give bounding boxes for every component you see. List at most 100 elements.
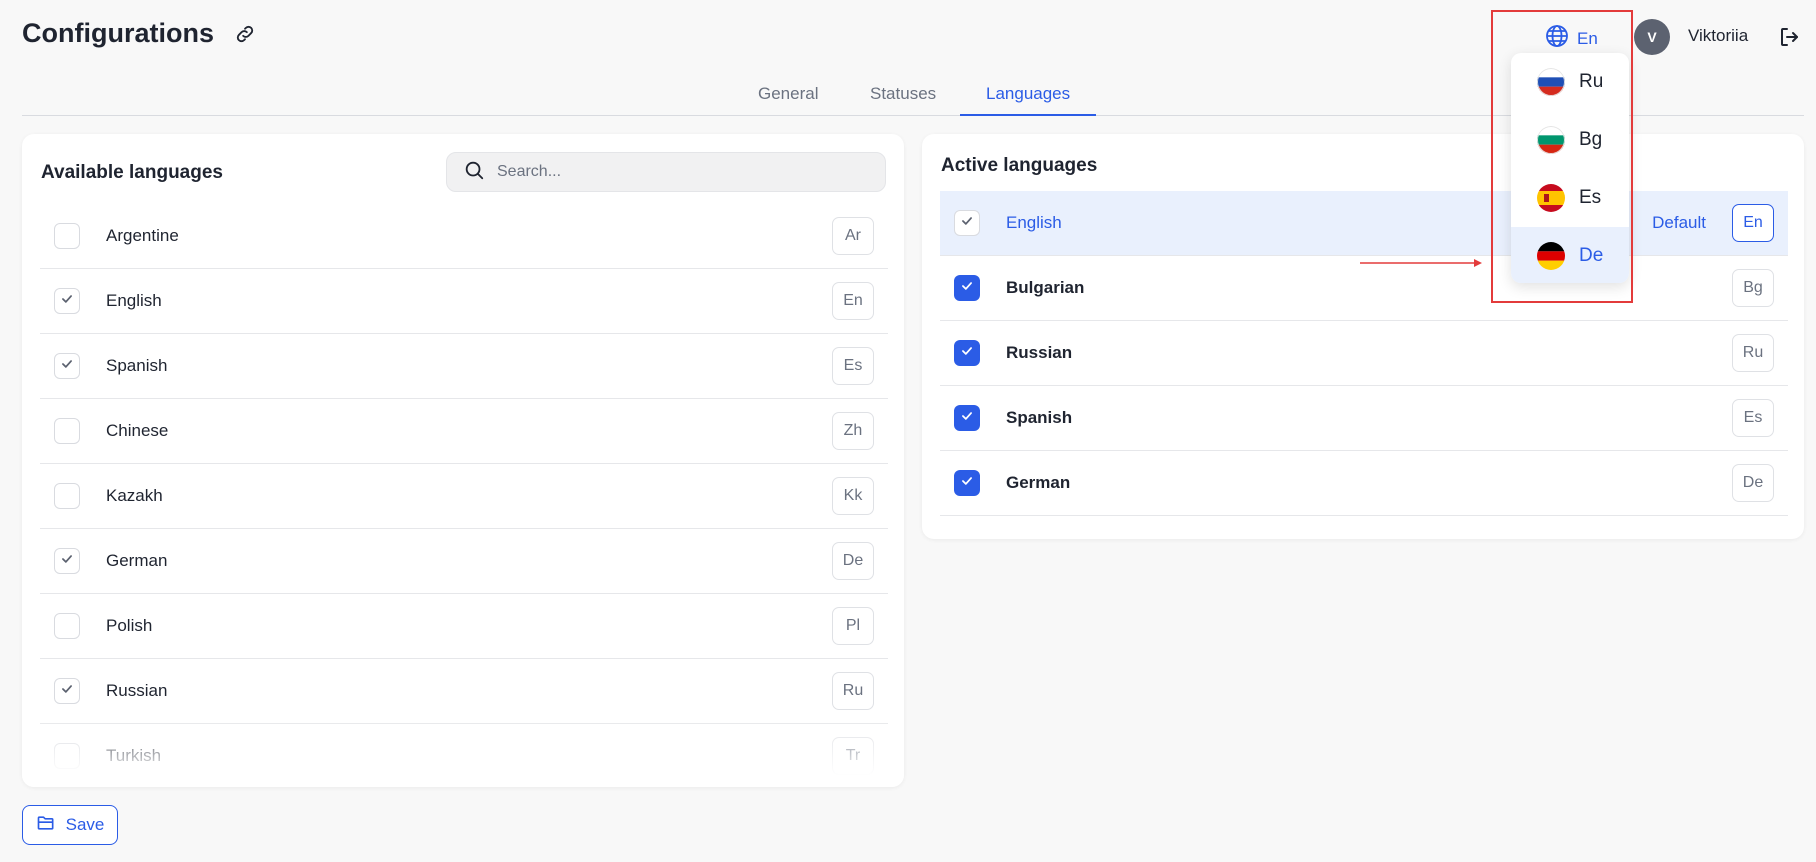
page-title-wrap: Configurations <box>22 18 258 49</box>
active-list-item[interactable]: Russian Ru <box>940 321 1788 386</box>
globe-icon <box>1545 24 1569 53</box>
check-icon <box>60 357 74 376</box>
language-label: German <box>106 551 168 570</box>
search-icon <box>463 159 485 186</box>
username[interactable]: Viktoriia <box>1688 26 1748 46</box>
language-code: Zh <box>832 412 874 450</box>
checkbox[interactable] <box>54 288 80 314</box>
check-icon <box>960 279 974 298</box>
language-code: En <box>832 282 874 320</box>
list-item[interactable]: Chinese Zh <box>40 399 888 464</box>
language-code: Es <box>1732 399 1774 437</box>
flag-es-icon <box>1537 184 1565 212</box>
language-code: Ar <box>832 217 874 255</box>
language-label: German <box>1006 473 1071 492</box>
check-icon <box>960 344 974 363</box>
language-code: Es <box>832 347 874 385</box>
annotation-arrow <box>1360 259 1482 267</box>
language-label: English <box>106 291 162 310</box>
checkbox[interactable] <box>54 483 80 509</box>
folder-icon <box>36 813 56 838</box>
language-code: Ru <box>1732 334 1774 372</box>
avatar[interactable]: V <box>1634 19 1670 55</box>
language-switcher[interactable]: En <box>1545 24 1598 53</box>
language-code: Tr <box>832 737 874 775</box>
dropdown-item-bg[interactable]: Bg <box>1511 111 1629 169</box>
flag-bg-icon <box>1537 126 1565 154</box>
search-input[interactable] <box>497 163 877 181</box>
tab-languages[interactable]: Languages <box>960 84 1097 116</box>
link-icon[interactable] <box>232 21 258 47</box>
checkbox[interactable] <box>54 548 80 574</box>
check-icon <box>960 474 974 493</box>
active-languages-list: English Default En Bulgarian Bg Russian Ru Span… <box>940 191 1788 516</box>
language-label: Russian <box>106 681 168 700</box>
language-label: Argentine <box>106 226 179 245</box>
checkbox[interactable] <box>54 223 80 249</box>
search-box <box>446 152 886 192</box>
language-code: De <box>1732 464 1774 502</box>
checkbox[interactable] <box>954 275 980 301</box>
dropdown-item-de[interactable]: De <box>1511 227 1629 283</box>
active-list-item[interactable]: Spanish Es <box>940 386 1788 451</box>
active-list-item[interactable]: German De <box>940 451 1788 516</box>
current-language: En <box>1577 28 1598 48</box>
checkbox[interactable] <box>54 353 80 379</box>
checkbox[interactable] <box>54 613 80 639</box>
tab-general[interactable]: General <box>732 84 844 116</box>
list-item[interactable]: Spanish Es <box>40 334 888 399</box>
checkbox[interactable] <box>54 418 80 444</box>
list-item[interactable]: Argentine Ar <box>40 204 888 269</box>
checkbox[interactable] <box>54 678 80 704</box>
available-languages-title: Available languages <box>41 162 223 183</box>
dropdown-item-label: Es <box>1579 187 1602 208</box>
list-item[interactable]: Turkish Tr <box>40 724 888 787</box>
list-item[interactable]: Polish Pl <box>40 594 888 659</box>
save-button[interactable]: Save <box>22 805 118 845</box>
language-code: De <box>832 542 874 580</box>
page-title: Configurations <box>22 18 214 48</box>
active-list-item[interactable]: English Default En <box>940 191 1788 256</box>
list-item[interactable]: German De <box>40 529 888 594</box>
available-languages-list: Argentine Ar English En Spanish Es Chinese Zh Ka… <box>40 204 888 787</box>
language-code: Kk <box>832 477 874 515</box>
language-code: En <box>1732 204 1774 242</box>
language-code: Bg <box>1732 269 1774 307</box>
language-dropdown: Ru Bg Es De <box>1511 53 1629 283</box>
language-label: Spanish <box>106 356 168 375</box>
check-icon <box>960 409 974 428</box>
checkbox[interactable] <box>954 470 980 496</box>
logout-icon[interactable] <box>1778 25 1802 49</box>
dropdown-item-label: Bg <box>1579 129 1603 150</box>
check-icon <box>60 552 74 571</box>
dropdown-item-ru[interactable]: Ru <box>1511 53 1629 111</box>
list-item[interactable]: English En <box>40 269 888 334</box>
checkbox[interactable] <box>54 743 80 769</box>
checkbox[interactable] <box>954 405 980 431</box>
active-languages-card: Active languages English Default En Bulgari… <box>922 134 1804 539</box>
list-item[interactable]: Kazakh Kk <box>40 464 888 529</box>
list-item[interactable]: Russian Ru <box>40 659 888 724</box>
flag-ru-icon <box>1537 68 1565 96</box>
checkbox[interactable] <box>954 340 980 366</box>
language-label: Russian <box>1006 343 1073 362</box>
flag-de-icon <box>1537 242 1565 270</box>
tab-statuses[interactable]: Statuses <box>844 84 962 116</box>
dropdown-item-label: Ru <box>1579 71 1604 92</box>
save-label: Save <box>65 815 105 834</box>
checkbox <box>954 210 980 236</box>
language-label: Kazakh <box>106 486 163 505</box>
check-icon <box>960 214 974 233</box>
language-label: Turkish <box>106 746 162 765</box>
default-badge: Default <box>1652 213 1706 232</box>
active-languages-title: Active languages <box>941 155 1098 176</box>
dropdown-item-label: De <box>1579 245 1604 266</box>
language-code: Pl <box>832 607 874 645</box>
dropdown-item-es[interactable]: Es <box>1511 169 1629 227</box>
language-label: Chinese <box>106 421 169 440</box>
language-code: Ru <box>832 672 874 710</box>
check-icon <box>60 292 74 311</box>
language-label: Polish <box>106 616 153 635</box>
available-languages-card: Available languages ArgentineArEnglishEn… <box>22 134 904 787</box>
check-icon <box>60 682 74 701</box>
